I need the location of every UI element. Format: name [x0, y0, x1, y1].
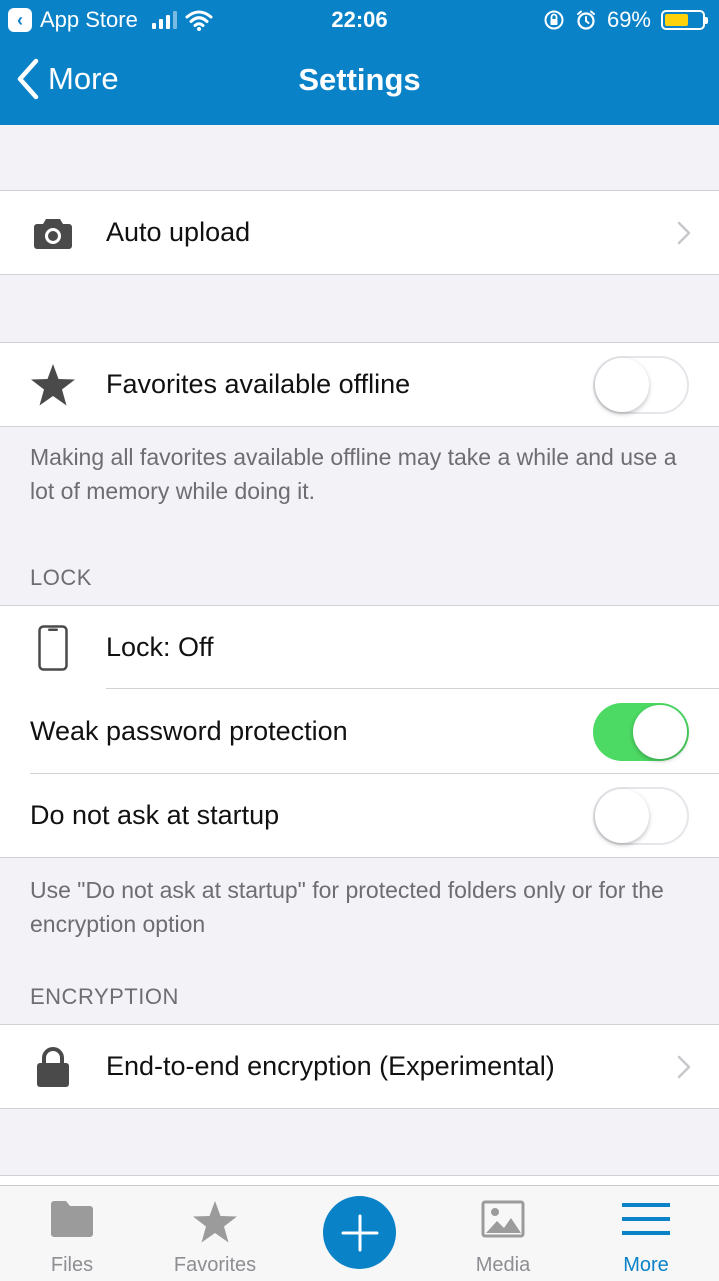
- auto-upload-row[interactable]: Auto upload: [0, 191, 719, 274]
- tab-files[interactable]: Files: [0, 1186, 144, 1281]
- encryption-group: End-to-end encryption (Experimental): [0, 1024, 719, 1109]
- tab-more-label: More: [623, 1254, 669, 1276]
- toggle-knob: [633, 704, 687, 759]
- add-button[interactable]: [323, 1196, 396, 1269]
- back-button-label: More: [48, 61, 119, 96]
- cellular-signal-icon: [151, 11, 177, 29]
- favorites-offline-row: Favorites available offline: [0, 343, 719, 426]
- chevron-left-icon: [17, 58, 39, 100]
- back-to-app-label[interactable]: App Store: [40, 7, 138, 33]
- encryption-section-header: ENCRYPTION: [30, 984, 179, 1009]
- phone-icon: [30, 624, 76, 671]
- lock-icon: [30, 1044, 76, 1090]
- folder-icon: [51, 1201, 93, 1237]
- status-right: 69%: [543, 7, 708, 33]
- weak-password-row: Weak password protection: [0, 689, 719, 774]
- chevron-right-icon: [677, 1055, 691, 1078]
- alarm-icon: [576, 10, 595, 30]
- camera-icon: [30, 210, 76, 256]
- lock-label: Lock: Off: [106, 632, 214, 662]
- tab-more[interactable]: More: [574, 1186, 718, 1281]
- do-not-ask-label: Do not ask at startup: [30, 800, 280, 830]
- star-icon: [193, 1201, 237, 1243]
- weak-password-toggle[interactable]: [593, 702, 689, 761]
- tab-files-label: Files: [50, 1254, 94, 1276]
- image-icon: [481, 1200, 525, 1238]
- lock-row[interactable]: Lock: Off: [0, 606, 719, 689]
- tab-favorites-label: Favorites: [173, 1254, 257, 1276]
- status-left: ‹ App Store: [8, 7, 213, 33]
- do-not-ask-row: Do not ask at startup: [0, 774, 719, 857]
- auto-upload-group: Auto upload: [0, 190, 719, 275]
- toggle-knob: [595, 788, 649, 843]
- favorites-offline-toggle[interactable]: [593, 355, 689, 414]
- tab-favorites[interactable]: Favorites: [143, 1186, 287, 1281]
- chevron-right-icon: [677, 221, 691, 244]
- e2e-encryption-label: End-to-end encryption (Experimental): [106, 1051, 555, 1081]
- lock-section-header: LOCK: [30, 565, 92, 590]
- back-to-app-icon[interactable]: ‹: [8, 8, 32, 32]
- favorites-offline-label: Favorites available offline: [106, 369, 411, 399]
- back-button[interactable]: More: [16, 58, 119, 100]
- tab-media-label: Media: [475, 1254, 531, 1276]
- tab-media[interactable]: Media: [431, 1186, 575, 1281]
- plus-icon: [341, 1214, 378, 1251]
- favorites-offline-group: Favorites available offline: [0, 342, 719, 427]
- lock-group: Lock: Off Weak password protection Do no…: [0, 605, 719, 858]
- battery-icon: [661, 10, 708, 30]
- battery-percentage: 69%: [606, 7, 651, 32]
- do-not-ask-toggle[interactable]: [593, 786, 689, 845]
- lock-note: Use "Do not ask at startup" for protecte…: [30, 877, 664, 937]
- favorites-offline-note: Making all favorites available offline m…: [30, 444, 677, 504]
- weak-password-label: Weak password protection: [30, 716, 348, 746]
- wifi-icon: [185, 10, 213, 31]
- navigation-header: ‹ App Store 22:06 69% More Settings: [0, 0, 719, 125]
- settings-content: Auto upload Favorites available offline …: [0, 125, 719, 1188]
- toggle-knob: [595, 357, 649, 412]
- orientation-lock-icon: [544, 10, 564, 30]
- star-icon: [30, 362, 76, 408]
- status-bar: ‹ App Store 22:06 69%: [0, 0, 719, 40]
- menu-icon: [622, 1203, 670, 1235]
- e2e-encryption-row[interactable]: End-to-end encryption (Experimental): [0, 1025, 719, 1108]
- auto-upload-label: Auto upload: [106, 217, 251, 247]
